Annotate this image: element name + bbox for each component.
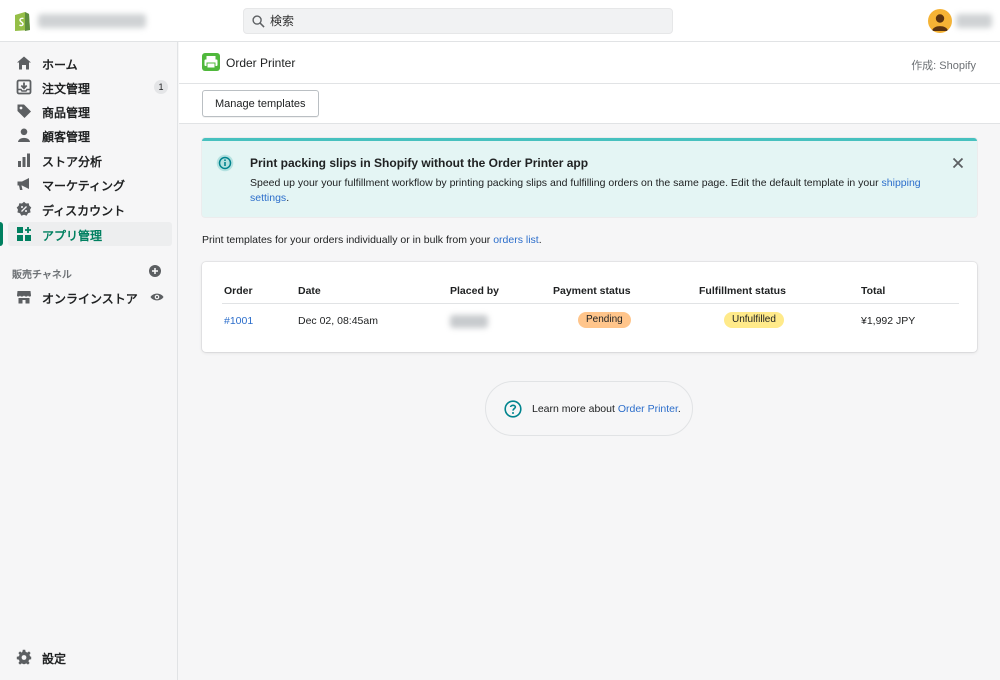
sales-channels-title: 販売チャネル bbox=[12, 270, 72, 281]
manage-templates-button[interactable]: Manage templates bbox=[202, 90, 319, 117]
banner-text: Speed up your your fulfillment workflow … bbox=[250, 176, 950, 206]
intro-text-body: Print templates for your orders individu… bbox=[202, 234, 494, 246]
sidebar-item-apps[interactable]: アプリ管理 bbox=[8, 222, 172, 246]
sidebar-item-settings[interactable]: 設定 bbox=[8, 645, 172, 669]
person-icon bbox=[18, 128, 30, 142]
avatar-person-icon bbox=[932, 14, 948, 31]
app-header: Order Printer 作成: Shopify bbox=[179, 42, 1000, 84]
sidebar-item-products[interactable]: 商品管理 bbox=[8, 99, 172, 123]
sidebar-item-customers[interactable]: 顧客管理 bbox=[8, 123, 172, 147]
learn-more-body: Learn more about bbox=[532, 403, 618, 415]
sidebar-item-label: ディスカウント bbox=[42, 204, 126, 218]
sidebar-item-online-store[interactable]: オンラインストア bbox=[8, 285, 172, 309]
table-divider bbox=[222, 303, 959, 304]
banner-title: Print packing slips in Shopify without t… bbox=[250, 156, 589, 170]
tag-icon bbox=[17, 104, 31, 118]
active-indicator bbox=[0, 222, 3, 246]
sidebar-item-discounts[interactable]: ディスカウント bbox=[8, 197, 172, 221]
column-header-date: Date bbox=[298, 285, 321, 297]
learn-more-end: . bbox=[677, 403, 681, 415]
sidebar-item-label: 注文管理 bbox=[42, 82, 91, 96]
question-icon bbox=[504, 400, 522, 418]
sidebar-item-analytics[interactable]: ストア分析 bbox=[8, 148, 172, 172]
sidebar-item-label: マーケティング bbox=[42, 179, 126, 193]
info-icon bbox=[216, 154, 234, 172]
sidebar-item-label: オンラインストア bbox=[42, 292, 138, 306]
customer-name bbox=[450, 315, 488, 328]
store-name[interactable] bbox=[38, 14, 146, 28]
column-header-payment-status: Payment status bbox=[553, 285, 631, 297]
search-input[interactable] bbox=[270, 12, 660, 30]
sidebar-item-label: 顧客管理 bbox=[42, 130, 91, 144]
user-name[interactable] bbox=[956, 14, 992, 28]
sidebar-item-marketing[interactable]: マーケティング bbox=[8, 172, 172, 196]
eye-icon[interactable] bbox=[150, 290, 164, 304]
store-icon bbox=[17, 291, 31, 304]
column-header-placed-by: Placed by bbox=[450, 285, 500, 297]
main-content: Order Printer 作成: Shopify Manage templat… bbox=[179, 42, 1000, 680]
orders-icon bbox=[16, 79, 32, 95]
bar-chart-icon bbox=[18, 153, 30, 167]
gear-icon bbox=[16, 649, 32, 665]
shopify-logo-icon[interactable] bbox=[12, 10, 32, 32]
banner-text-body: Speed up your your fulfillment workflow … bbox=[250, 177, 882, 189]
sidebar: ホーム 注文管理 1 商品管理 顧客管理 ストア分析 マーケティング ディスカウ… bbox=[0, 42, 178, 680]
orders-list-link[interactable]: orders list bbox=[493, 234, 539, 246]
intro-text-end: . bbox=[538, 234, 542, 246]
sidebar-item-home[interactable]: ホーム bbox=[8, 51, 172, 75]
app-developer: 作成: Shopify bbox=[911, 60, 976, 72]
column-header-order: Order bbox=[224, 285, 253, 297]
sidebar-item-label: 設定 bbox=[42, 652, 67, 666]
megaphone-icon bbox=[17, 178, 29, 190]
orders-count-badge: 1 bbox=[154, 80, 168, 94]
payment-status-badge: Pending bbox=[578, 312, 631, 328]
home-icon bbox=[17, 56, 31, 70]
top-bar bbox=[0, 0, 1000, 42]
apps-icon bbox=[17, 227, 31, 241]
discount-icon bbox=[16, 201, 32, 216]
sidebar-item-orders[interactable]: 注文管理 1 bbox=[8, 75, 172, 99]
learn-more-footer: Learn more about Order Printer. bbox=[485, 381, 693, 436]
sidebar-item-label: 商品管理 bbox=[42, 106, 91, 120]
order-printer-link[interactable]: Order Printer bbox=[618, 403, 678, 415]
order-printer-app-icon bbox=[202, 53, 220, 71]
orders-table-card: Order Date Placed by Payment status Fulf… bbox=[202, 262, 977, 352]
add-sales-channel-icon[interactable] bbox=[149, 265, 161, 277]
order-date: Dec 02, 08:45am bbox=[298, 315, 378, 327]
fulfillment-status-badge: Unfulfilled bbox=[724, 312, 784, 328]
sidebar-item-label: アプリ管理 bbox=[42, 229, 103, 243]
search-bar[interactable] bbox=[243, 8, 673, 34]
app-toolbar: Manage templates bbox=[179, 84, 1000, 124]
order-total: ¥1,992 JPY bbox=[861, 315, 916, 327]
column-header-total: Total bbox=[861, 285, 886, 297]
intro-text: Print templates for your orders individu… bbox=[202, 234, 542, 246]
sidebar-item-label: ストア分析 bbox=[42, 155, 103, 169]
learn-more-text: Learn more about Order Printer. bbox=[532, 403, 681, 415]
app-title: Order Printer bbox=[226, 56, 296, 70]
banner-text-end: . bbox=[286, 192, 290, 204]
column-header-fulfillment-status: Fulfillment status bbox=[699, 285, 786, 297]
search-icon bbox=[252, 15, 265, 28]
order-number-link[interactable]: #1001 bbox=[224, 315, 253, 327]
close-icon[interactable] bbox=[951, 156, 965, 170]
info-banner: Print packing slips in Shopify without t… bbox=[202, 138, 977, 217]
sidebar-item-label: ホーム bbox=[42, 58, 78, 72]
user-avatar[interactable] bbox=[928, 9, 952, 33]
